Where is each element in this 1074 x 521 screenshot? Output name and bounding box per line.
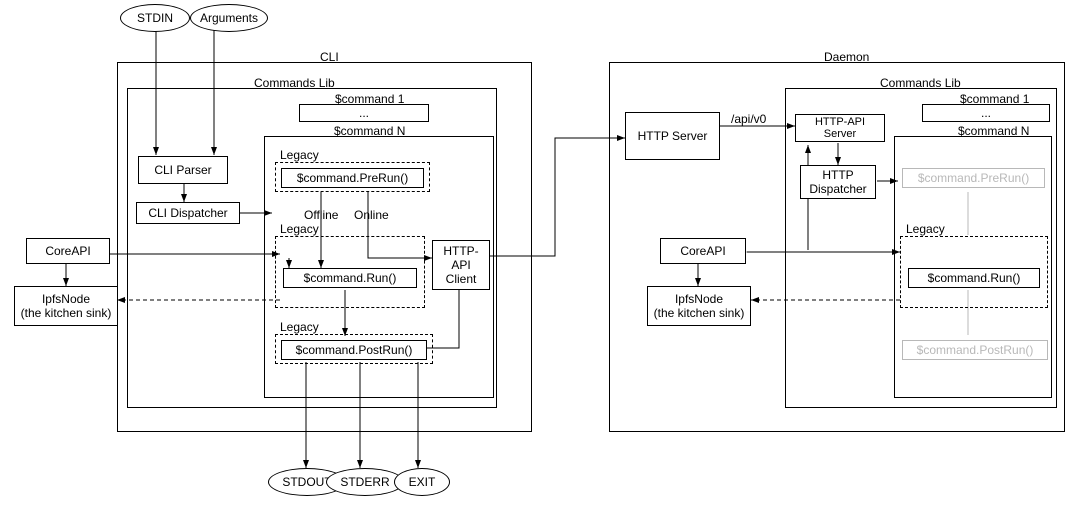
daemon-postrun: $command.PostRun() — [902, 340, 1048, 360]
daemon-postrun-text: $command.PostRun() — [917, 343, 1034, 357]
cli-dispatcher-label: CLI Dispatcher — [148, 206, 227, 220]
daemon-run: $command.Run() — [908, 268, 1040, 288]
daemon-dots: ... — [981, 106, 991, 120]
stderr-node: STDERR — [326, 468, 404, 496]
daemon-prerun: $command.PreRun() — [902, 168, 1045, 188]
daemon-ipfsnode: IpfsNode (the kitchen sink) — [647, 286, 751, 326]
http-server: HTTP Server — [625, 112, 720, 160]
stdin-node: STDIN — [120, 4, 190, 32]
daemon-run-text: $command.Run() — [928, 271, 1021, 285]
cli-offline-label: Offline — [304, 208, 338, 222]
exit-node: EXIT — [394, 468, 450, 496]
daemon-coreapi-label: CoreAPI — [680, 244, 725, 258]
http-api-server: HTTP-API Server — [795, 114, 885, 142]
cli-cmd1-box: ... — [299, 104, 429, 122]
daemon-legacy-run-label: Legacy — [906, 222, 945, 236]
stderr-label: STDERR — [340, 475, 389, 489]
http-api-client-label: HTTP-API Client — [435, 244, 487, 286]
cli-legacy-run-label: Legacy — [280, 222, 319, 236]
cli-legacy-prerun-label: Legacy — [280, 148, 319, 162]
http-api-server-label: HTTP-API Server — [798, 116, 882, 140]
cli-run-text: $command.Run() — [304, 271, 397, 285]
daemon-ipfsnode-label: IpfsNode (the kitchen sink) — [654, 292, 745, 320]
cli-dots: ... — [359, 106, 369, 120]
cli-run: $command.Run() — [283, 268, 417, 288]
cli-legacy-postrun-label: Legacy — [280, 320, 319, 334]
coreapi-left: CoreAPI — [26, 238, 110, 264]
cli-postrun-text: $command.PostRun() — [296, 343, 413, 357]
ipfsnode-left: IpfsNode (the kitchen sink) — [14, 286, 118, 326]
daemon-coreapi: CoreAPI — [660, 238, 746, 264]
cli-dispatcher: CLI Dispatcher — [136, 202, 240, 224]
daemon-prerun-text: $command.PreRun() — [918, 171, 1029, 185]
cli-parser: CLI Parser — [138, 156, 228, 184]
http-server-label: HTTP Server — [638, 129, 708, 143]
arguments-node: Arguments — [190, 4, 268, 32]
stdout-label: STDOUT — [282, 475, 331, 489]
stdin-label: STDIN — [137, 11, 173, 25]
cli-online-label: Online — [354, 208, 389, 222]
cli-prerun: $command.PreRun() — [281, 168, 424, 188]
api-v0-label: /api/v0 — [731, 112, 766, 126]
daemon-title: Daemon — [824, 50, 869, 64]
http-api-client: HTTP-API Client — [432, 240, 490, 290]
daemon-cmd1-box: ... — [922, 104, 1050, 122]
exit-label: EXIT — [409, 475, 436, 489]
cli-postrun: $command.PostRun() — [281, 340, 427, 360]
cli-parser-label: CLI Parser — [154, 163, 211, 177]
cli-prerun-text: $command.PreRun() — [297, 171, 408, 185]
coreapi-left-label: CoreAPI — [45, 244, 90, 258]
arguments-label: Arguments — [200, 11, 258, 25]
http-dispatcher: HTTP Dispatcher — [800, 165, 876, 199]
daemon-commands-lib-title: Commands Lib — [880, 76, 961, 90]
cli-commands-lib-title: Commands Lib — [254, 76, 335, 90]
cli-title: CLI — [320, 50, 339, 64]
http-dispatcher-label: HTTP Dispatcher — [803, 168, 873, 196]
ipfsnode-left-label: IpfsNode (the kitchen sink) — [21, 292, 112, 320]
